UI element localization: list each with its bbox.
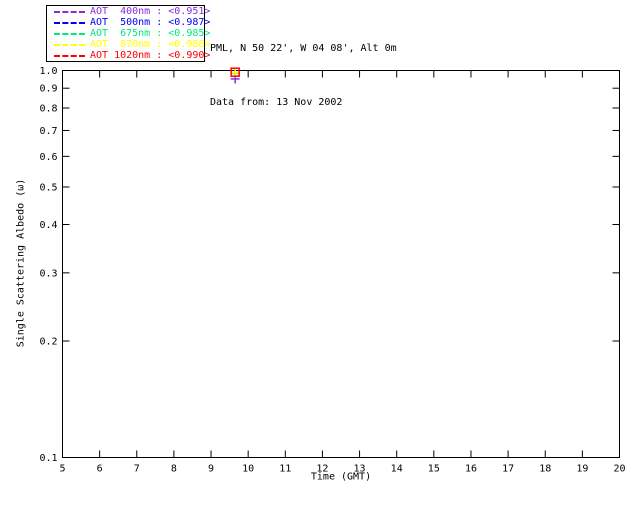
station-title: PML, N 50 22', W 04 08', Alt 0m <box>210 43 397 54</box>
x-tick-label: 8 <box>171 464 177 475</box>
x-tick-label: 5 <box>59 464 65 475</box>
legend-line-sample <box>54 10 85 13</box>
date-title: Data from: 13 Nov 2002 <box>210 97 343 108</box>
y-tick-label: 0.2 <box>39 337 57 348</box>
x-tick-label: 16 <box>465 464 477 475</box>
legend-entry: AOT 870nm : <0.988> <box>47 39 210 50</box>
plot-titles: PML, N 50 22', W 04 08', Alt 0m Data fro… <box>210 4 397 148</box>
y-axis-title: Single Scattering Albedo (ω) <box>15 178 27 348</box>
x-tick-label: 6 <box>97 464 103 475</box>
legend-line-sample <box>54 43 85 46</box>
x-tick-label: 7 <box>134 464 140 475</box>
ssa-plot-screenshot: 5 6 7 8 9 10 11 12 13 14 15 16 17 18 19 20 1.0 0.9 0.8 0.7 0… <box>0 0 640 512</box>
legend-entry-label: AOT 400nm : <0.951> <box>90 6 211 17</box>
legend-entry-label: AOT 500nm : <0.987> <box>90 17 211 28</box>
y-tick-label: 0.5 <box>39 182 57 193</box>
x-tick-label: 15 <box>428 464 440 475</box>
legend-line-sample <box>54 21 85 24</box>
y-tick-label: 1.0 <box>39 66 57 77</box>
legend-entry-label: AOT 1020nm : <0.990> <box>90 50 211 61</box>
x-tick-label: 20 <box>613 464 625 475</box>
legend-entry: AOT 400nm : <0.951> <box>47 6 210 17</box>
y-tick-label: 0.6 <box>39 152 57 163</box>
y-tick-label: 0.9 <box>39 84 57 95</box>
x-tick-label: 18 <box>539 464 551 475</box>
y-tick-label: 0.1 <box>39 453 57 464</box>
legend-line-sample <box>54 32 85 35</box>
legend-entry: AOT 1020nm : <0.990> <box>47 50 210 61</box>
x-tick-label: 14 <box>391 464 403 475</box>
legend-entry-label: AOT 675nm : <0.985> <box>90 28 211 39</box>
y-tick-label: 0.3 <box>39 268 57 279</box>
y-tick-label: 0.8 <box>39 104 57 115</box>
legend-box: AOT 400nm : <0.951> AOT 500nm : <0.987> AO… <box>46 5 210 62</box>
x-tick-label: 10 <box>242 464 254 475</box>
legend-entry-label: AOT 870nm : <0.988> <box>90 39 211 50</box>
x-tick-label: 17 <box>502 464 514 475</box>
x-tick-label: 19 <box>576 464 588 475</box>
y-tick-label: 0.4 <box>39 220 57 231</box>
x-tick-label: 11 <box>279 464 291 475</box>
legend-line-sample <box>54 54 85 57</box>
legend-entry: AOT 500nm : <0.987> <box>47 17 210 28</box>
legend-entry: AOT 675nm : <0.985> <box>47 28 210 39</box>
y-tick-label: 0.7 <box>39 126 57 137</box>
x-tick-label: 9 <box>208 464 214 475</box>
x-axis-title: Time (GMT) <box>310 471 372 483</box>
